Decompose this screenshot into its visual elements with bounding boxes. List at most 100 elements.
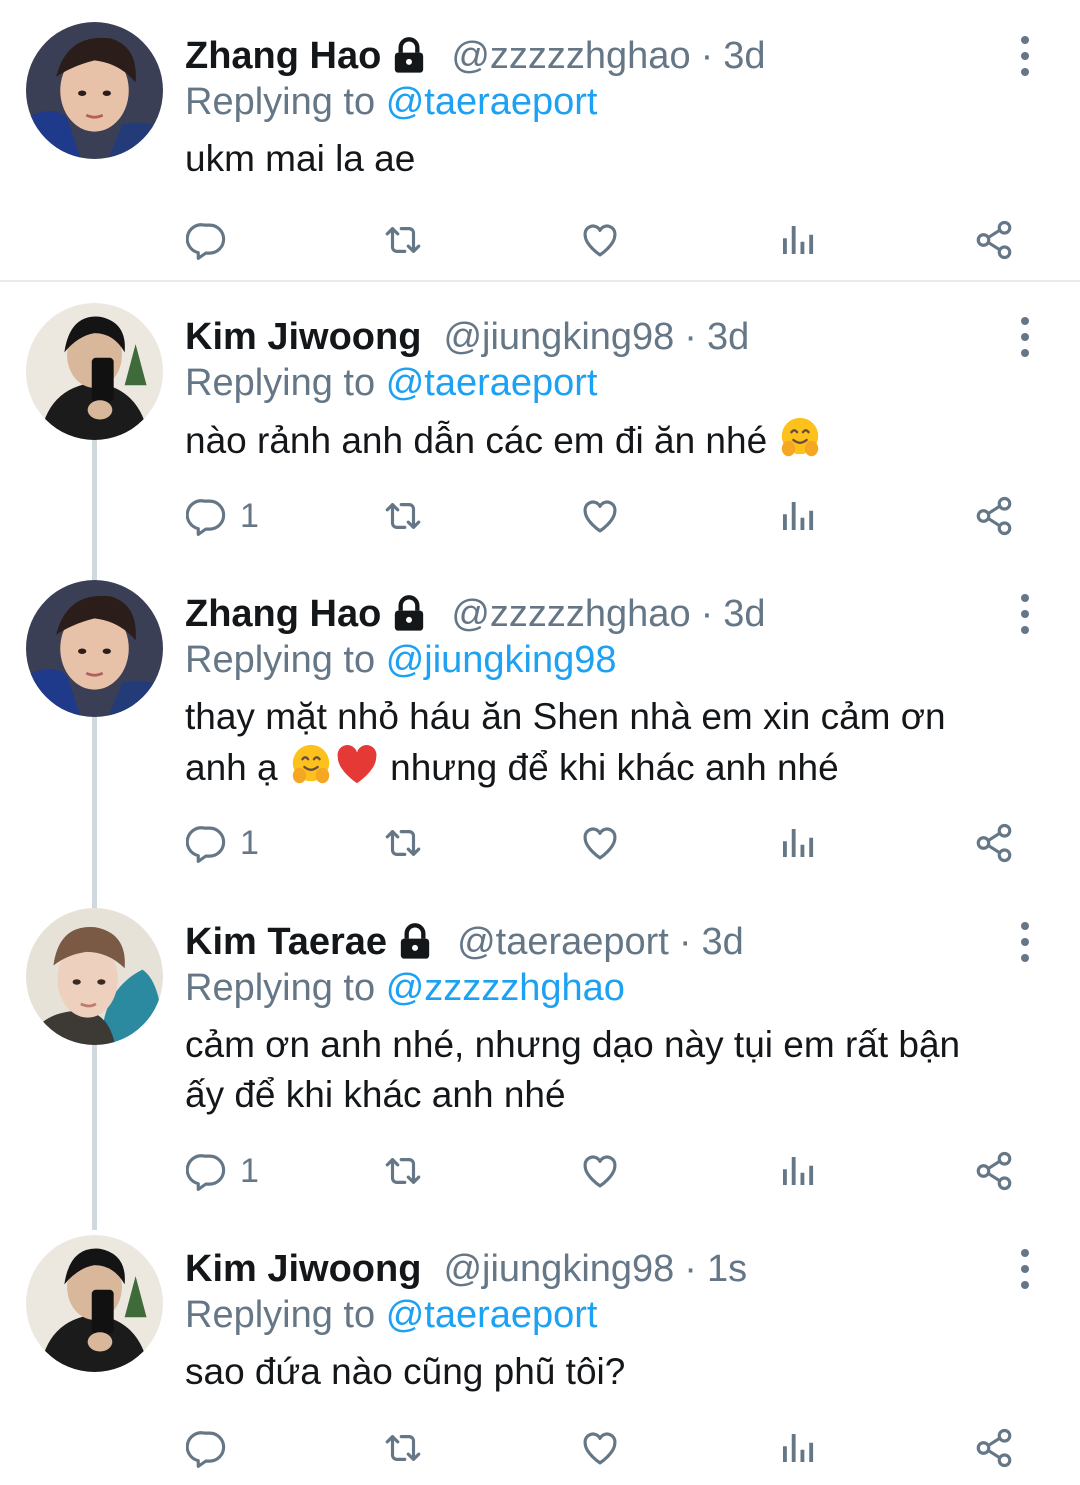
retweet-button[interactable] bbox=[382, 1146, 424, 1196]
analytics-button[interactable] bbox=[776, 818, 818, 868]
more-options-icon[interactable] bbox=[1010, 1245, 1040, 1293]
divider bbox=[0, 280, 1080, 282]
user-handle[interactable]: @zzzzzhghao bbox=[451, 32, 690, 80]
reply-icon bbox=[186, 1150, 228, 1192]
reply-button[interactable] bbox=[186, 215, 228, 265]
timestamp[interactable]: 1s bbox=[707, 1245, 747, 1293]
retweet-icon bbox=[382, 495, 424, 537]
retweet-button[interactable] bbox=[382, 215, 424, 265]
retweet-button[interactable] bbox=[382, 818, 424, 868]
retweet-button[interactable] bbox=[382, 1423, 424, 1473]
tweet-actions bbox=[0, 215, 1080, 265]
avatar[interactable] bbox=[26, 908, 163, 1045]
like-button[interactable] bbox=[579, 1423, 621, 1473]
mention-link[interactable]: @taeraeport bbox=[386, 362, 598, 404]
timestamp[interactable]: 3d bbox=[723, 590, 765, 638]
timestamp[interactable]: 3d bbox=[723, 32, 765, 80]
display-name[interactable]: Kim Jiwoong bbox=[185, 1245, 421, 1293]
reply-button[interactable]: 1 bbox=[186, 1146, 259, 1196]
replying-to: Replying to @taeraeport bbox=[185, 360, 598, 406]
share-button[interactable] bbox=[973, 491, 1015, 541]
timestamp[interactable]: 3d bbox=[707, 313, 749, 361]
tweet-header: Kim Taerae @taeraeport · 3d bbox=[185, 918, 744, 966]
like-button[interactable] bbox=[579, 215, 621, 265]
mention-link[interactable]: @zzzzzhghao bbox=[386, 967, 625, 1009]
like-button[interactable] bbox=[579, 1146, 621, 1196]
mention-link[interactable]: @jiungking98 bbox=[386, 639, 617, 681]
like-icon bbox=[579, 495, 621, 537]
user-handle[interactable]: @zzzzzhghao bbox=[451, 590, 690, 638]
tweet-text: thay mặt nhỏ háu ăn Shen nhà em xin cảm … bbox=[185, 692, 1045, 793]
share-icon bbox=[973, 219, 1015, 261]
avatar[interactable] bbox=[26, 580, 163, 717]
tweet-text-line: ukm mai la ae bbox=[185, 138, 416, 179]
like-icon bbox=[579, 219, 621, 261]
tweet-text: cảm ơn anh nhé, nhưng dạo này tụi em rất… bbox=[185, 1020, 1045, 1120]
user-handle[interactable]: @taeraeport bbox=[457, 918, 669, 966]
retweet-icon bbox=[382, 1427, 424, 1469]
retweet-button[interactable] bbox=[382, 491, 424, 541]
tweet-text-line: cảm ơn anh nhé, nhưng dạo này tụi em rất… bbox=[185, 1024, 961, 1065]
more-options-icon[interactable] bbox=[1010, 918, 1040, 966]
separator-dot: · bbox=[700, 35, 714, 77]
tweet-text: ukm mai la ae bbox=[185, 134, 1045, 184]
tweet-actions: 1 bbox=[0, 1146, 1080, 1196]
avatar[interactable] bbox=[26, 1235, 163, 1372]
mention-link[interactable]: @taeraeport bbox=[386, 1294, 598, 1336]
reply-button[interactable] bbox=[186, 1423, 228, 1473]
analytics-button[interactable] bbox=[776, 215, 818, 265]
display-name[interactable]: Kim Jiwoong bbox=[185, 313, 421, 361]
mention-link[interactable]: @taeraeport bbox=[386, 81, 598, 123]
more-options-icon[interactable] bbox=[1010, 590, 1040, 638]
tweet-text-line: ấy để khi khác anh nhé bbox=[185, 1074, 566, 1115]
separator-dot: · bbox=[684, 1248, 697, 1290]
reply-icon bbox=[186, 1427, 228, 1469]
analytics-icon bbox=[776, 1150, 818, 1192]
share-icon bbox=[973, 1150, 1015, 1192]
tweet-text-fragment: anh ạ bbox=[185, 747, 278, 788]
display-name[interactable]: Kim Taerae bbox=[185, 918, 387, 966]
analytics-icon bbox=[776, 1427, 818, 1469]
tweet-actions: 1 bbox=[0, 818, 1080, 868]
replying-to-label: Replying to bbox=[185, 639, 376, 681]
tweet-header: Zhang Hao @zzzzzhghao · 3d bbox=[185, 590, 766, 638]
share-button[interactable] bbox=[973, 818, 1015, 868]
avatar[interactable] bbox=[26, 303, 163, 440]
share-icon bbox=[973, 495, 1015, 537]
hugging-face-emoji bbox=[288, 742, 334, 788]
reply-icon bbox=[186, 822, 228, 864]
share-button[interactable] bbox=[973, 1146, 1015, 1196]
user-handle[interactable]: @jiungking98 bbox=[443, 1245, 674, 1293]
display-name[interactable]: Zhang Hao bbox=[185, 590, 381, 638]
share-button[interactable] bbox=[973, 215, 1015, 265]
user-handle[interactable]: @jiungking98 bbox=[443, 313, 674, 361]
avatar[interactable] bbox=[26, 22, 163, 159]
display-name[interactable]: Zhang Hao bbox=[185, 32, 381, 80]
analytics-button[interactable] bbox=[776, 1423, 818, 1473]
like-button[interactable] bbox=[579, 818, 621, 868]
lock-icon bbox=[389, 594, 429, 634]
analytics-button[interactable] bbox=[776, 491, 818, 541]
analytics-button[interactable] bbox=[776, 1146, 818, 1196]
like-button[interactable] bbox=[579, 491, 621, 541]
separator-dot: · bbox=[678, 921, 692, 963]
more-options-icon[interactable] bbox=[1010, 313, 1040, 361]
share-button[interactable] bbox=[973, 1423, 1015, 1473]
replying-to-label: Replying to bbox=[185, 1294, 376, 1336]
tweet-text-line: sao đứa nào cũng phũ tôi? bbox=[185, 1351, 626, 1392]
reply-count: 1 bbox=[240, 496, 259, 535]
tweet-header: Kim Jiwoong @jiungking98 · 1s bbox=[185, 1245, 747, 1293]
retweet-icon bbox=[382, 219, 424, 261]
reply-button[interactable]: 1 bbox=[186, 491, 259, 541]
reply-button[interactable]: 1 bbox=[186, 818, 259, 868]
analytics-icon bbox=[776, 495, 818, 537]
like-icon bbox=[579, 1150, 621, 1192]
share-icon bbox=[973, 822, 1015, 864]
tweet-actions: 1 bbox=[0, 491, 1080, 541]
tweet-text-line-2: anh ạ nhưng để khi khác anh nhé bbox=[185, 742, 1045, 793]
tweet-header: Kim Jiwoong @jiungking98 · 3d bbox=[185, 313, 749, 361]
lock-icon bbox=[389, 36, 429, 76]
timestamp[interactable]: 3d bbox=[702, 918, 744, 966]
more-options-icon[interactable] bbox=[1010, 32, 1040, 80]
tweet-text-line: thay mặt nhỏ háu ăn Shen nhà em xin cảm … bbox=[185, 696, 946, 737]
